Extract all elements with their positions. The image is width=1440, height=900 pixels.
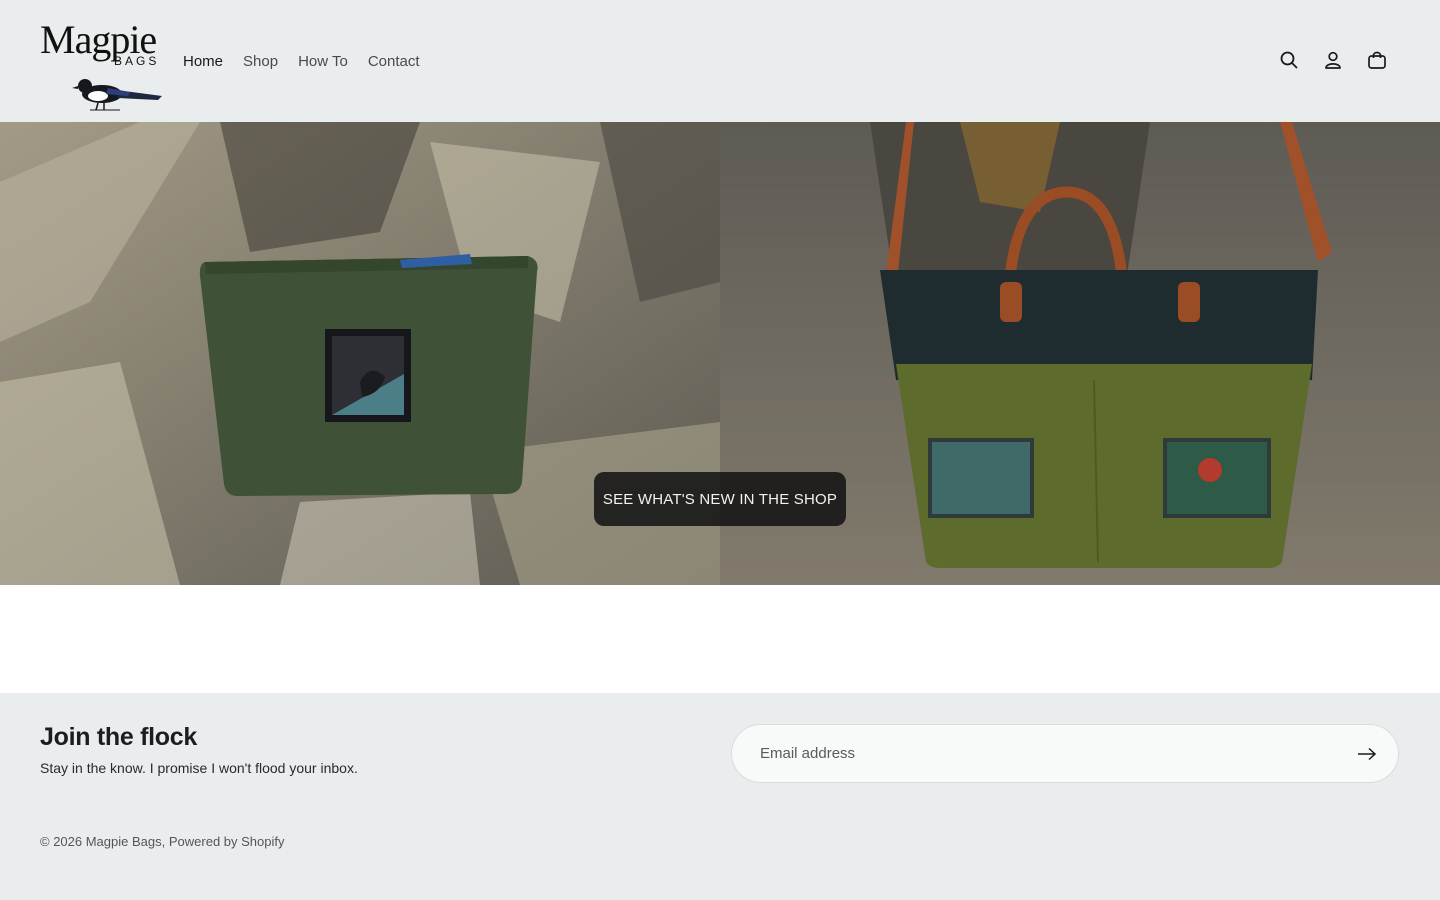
content-spacer (0, 585, 1440, 693)
search-icon[interactable] (1278, 48, 1300, 72)
shop-cta-button[interactable]: SEE WHAT'S NEW IN THE SHOP (594, 472, 846, 526)
nav-item-shop[interactable]: Shop (243, 53, 278, 70)
newsletter-form (731, 724, 1399, 783)
newsletter-title: Join the flock (40, 723, 197, 751)
hero-banner: SEE WHAT'S NEW IN THE SHOP (0, 122, 1440, 585)
account-icon[interactable] (1322, 48, 1344, 72)
copyright-text[interactable]: © 2026 Magpie Bags (40, 834, 162, 849)
newsletter-subtitle: Stay in the know. I promise I won't floo… (40, 760, 358, 776)
brand-subtitle: BAGS (114, 54, 160, 68)
email-input[interactable] (760, 725, 1340, 782)
arrow-right-icon[interactable] (1356, 743, 1378, 765)
copyright-separator: , (161, 834, 166, 849)
nav-item-how-to[interactable]: How To (298, 53, 348, 70)
copyright: © 2026 Magpie Bags, Powered by Shopify (40, 834, 284, 849)
header-actions (1278, 48, 1388, 72)
brand-logo[interactable]: Magpie BAGS (38, 14, 166, 114)
site-footer: Join the flock Stay in the know. I promi… (0, 693, 1440, 900)
site-header: Magpie BAGS Home Shop How To Contact (0, 0, 1440, 122)
main-nav: Home Shop How To Contact (183, 50, 420, 72)
nav-item-home[interactable]: Home (183, 53, 223, 70)
nav-item-contact[interactable]: Contact (368, 53, 420, 70)
cart-icon[interactable] (1366, 48, 1388, 72)
powered-by-link[interactable]: Powered by Shopify (169, 834, 285, 849)
